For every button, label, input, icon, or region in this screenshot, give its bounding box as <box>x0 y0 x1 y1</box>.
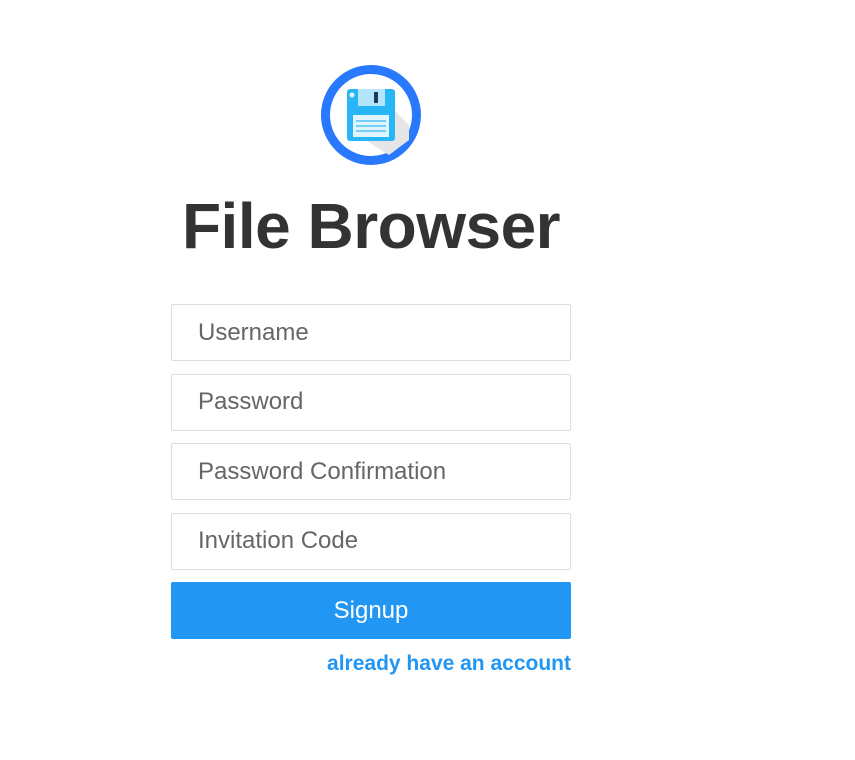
signup-form: Signup <box>171 304 571 639</box>
invitation-code-input[interactable] <box>171 512 571 570</box>
login-link[interactable]: already have an account <box>327 650 571 678</box>
password-confirmation-input[interactable] <box>171 443 571 500</box>
signup-button[interactable]: Signup <box>171 582 571 639</box>
signup-page: File Browser Signup already have an acco… <box>0 0 855 760</box>
floppy-disk-icon <box>321 65 421 165</box>
app-title: File Browser <box>181 190 561 262</box>
password-input[interactable] <box>171 373 571 431</box>
username-input[interactable] <box>171 304 571 361</box>
